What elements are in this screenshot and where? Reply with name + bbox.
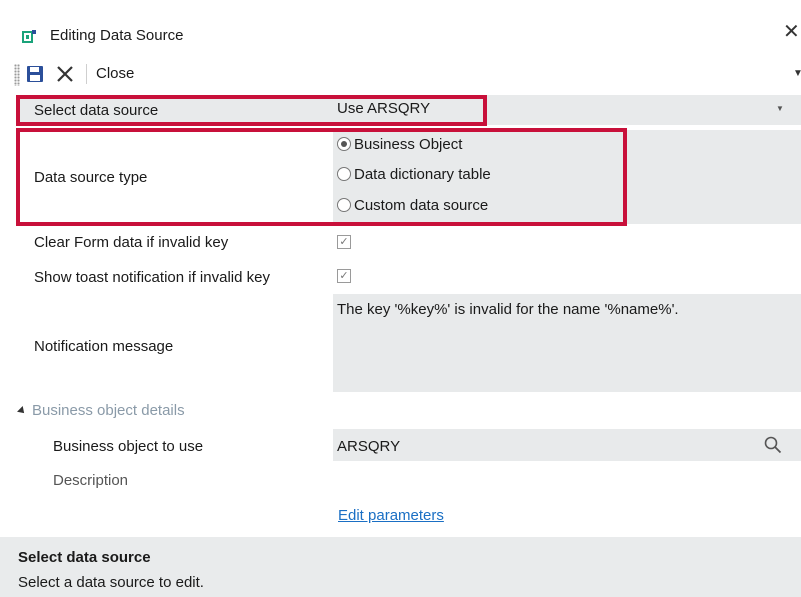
checkmark-icon[interactable]: ✓	[337, 235, 351, 249]
collapse-triangle-icon[interactable]	[17, 405, 27, 416]
edit-parameters-link[interactable]: Edit parameters	[338, 507, 444, 524]
checkmark-icon[interactable]: ✓	[337, 269, 351, 283]
clear-form-data-checkbox[interactable]: ✓	[337, 235, 351, 249]
clear-form-data-label: Clear Form data if invalid key	[34, 234, 229, 251]
show-toast-label: Show toast notification if invalid key	[34, 269, 270, 286]
show-toast-checkbox[interactable]: ✓	[337, 269, 351, 283]
business-object-to-use-value: ARSQRY	[337, 438, 401, 455]
highlight-data-source-type	[16, 128, 627, 226]
search-icon[interactable]	[764, 436, 782, 454]
window-title: Editing Data Source	[50, 27, 184, 44]
business-object-details-label: Business object details	[32, 402, 185, 419]
notification-message-value: The key '%key%' is invalid for the name …	[337, 301, 679, 318]
toolbar-grip[interactable]	[14, 64, 20, 86]
notification-message-label: Notification message	[34, 338, 174, 355]
window-close-button[interactable]: ✕	[783, 22, 800, 42]
dropdown-arrow-icon[interactable]: ▼	[776, 104, 784, 113]
business-object-to-use-field[interactable]	[333, 429, 801, 461]
close-icon[interactable]	[55, 64, 75, 84]
highlight-select-data-source	[16, 95, 487, 126]
description-label: Description	[53, 472, 129, 489]
toolbar-close-button[interactable]: Close	[96, 65, 134, 82]
save-icon[interactable]	[25, 64, 45, 84]
toolbar-separator	[86, 64, 87, 84]
app-icon	[22, 30, 36, 43]
help-title: Select data source	[18, 549, 151, 566]
help-description: Select a data source to edit.	[18, 574, 204, 591]
business-object-details-section[interactable]: Business object details	[17, 402, 185, 419]
business-object-to-use-label: Business object to use	[53, 438, 204, 455]
chevron-down-icon[interactable]: ▼	[793, 68, 801, 79]
